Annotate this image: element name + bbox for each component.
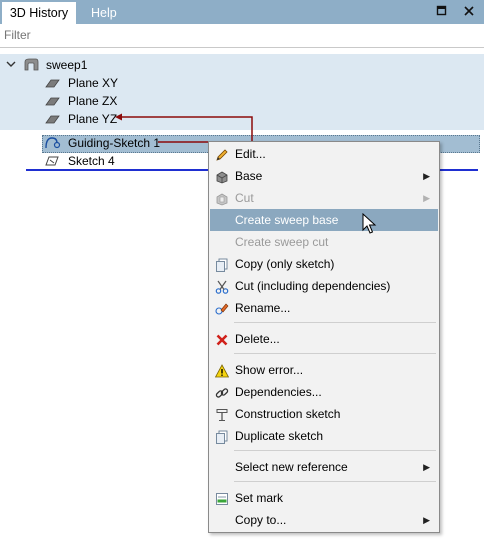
- chain-link-icon: [215, 385, 229, 399]
- menu-item-copy-only-sketch[interactable]: Copy (only sketch): [210, 253, 438, 275]
- pencil-icon: [215, 147, 229, 161]
- menu-item-dependencies[interactable]: Dependencies...: [210, 381, 438, 403]
- menu-item-label: Set mark: [235, 491, 284, 505]
- menu-item-label: Duplicate sketch: [235, 429, 324, 443]
- menu-item-label: Create sweep cut: [235, 235, 329, 249]
- menu-item-label: Construction sketch: [235, 407, 341, 421]
- menu-item-label: Delete...: [235, 332, 280, 346]
- menu-item-select-new-reference[interactable]: Select new reference ▶: [210, 456, 438, 478]
- menu-item-label: Cut (including dependencies): [235, 279, 391, 293]
- menu-item-cut-including-dependencies[interactable]: Cut (including dependencies): [210, 275, 438, 297]
- submenu-arrow-icon: ▶: [423, 515, 430, 525]
- set-mark-icon: [215, 491, 229, 505]
- menu-separator: [234, 450, 436, 451]
- menu-item-base[interactable]: Base ▶: [210, 165, 438, 187]
- menu-item-label: Cut: [235, 191, 254, 205]
- menu-item-construction-sketch[interactable]: Construction sketch: [210, 403, 438, 425]
- menu-item-label: Base: [235, 169, 263, 183]
- menu-item-label: Dependencies...: [235, 385, 322, 399]
- menu-item-edit[interactable]: Edit...: [210, 143, 438, 165]
- menu-item-label: Select new reference: [235, 460, 348, 474]
- context-menu: Edit... Base ▶ Cut ▶ Create sweep base C…: [208, 141, 440, 533]
- base-solid-icon: [215, 169, 229, 184]
- menu-separator: [234, 481, 436, 482]
- menu-item-label: Copy (only sketch): [235, 257, 335, 271]
- menu-item-label: Copy to...: [235, 513, 287, 527]
- menu-item-delete[interactable]: Delete...: [210, 328, 438, 350]
- construction-sketch-icon: [215, 407, 229, 421]
- menu-separator: [234, 353, 436, 354]
- menu-item-copy-to[interactable]: Copy to... ▶: [210, 509, 438, 531]
- menu-item-create-sweep-cut[interactable]: Create sweep cut: [210, 231, 438, 253]
- rename-icon: [215, 301, 229, 315]
- warning-icon: [214, 363, 230, 378]
- menu-item-show-error[interactable]: Show error...: [210, 359, 438, 381]
- duplicate-icon: [215, 429, 229, 444]
- menu-item-label: Show error...: [235, 363, 304, 377]
- submenu-arrow-icon: ▶: [423, 193, 430, 203]
- menu-item-label: Edit...: [235, 147, 266, 161]
- menu-item-label: Rename...: [235, 301, 291, 315]
- menu-item-cut-feature[interactable]: Cut ▶: [210, 187, 438, 209]
- menu-item-label: Create sweep base: [235, 213, 339, 227]
- cut-solid-icon: [215, 191, 229, 206]
- scissors-icon: [215, 279, 229, 294]
- menu-item-rename[interactable]: Rename...: [210, 297, 438, 319]
- menu-item-set-mark[interactable]: Set mark: [210, 487, 438, 509]
- submenu-arrow-icon: ▶: [423, 462, 430, 472]
- menu-item-create-sweep-base[interactable]: Create sweep base: [210, 209, 438, 231]
- delete-x-icon: [215, 332, 229, 346]
- mouse-cursor-icon: [362, 213, 377, 234]
- menu-separator: [234, 322, 436, 323]
- copy-icon: [215, 257, 229, 272]
- submenu-arrow-icon: ▶: [423, 171, 430, 181]
- menu-item-duplicate-sketch[interactable]: Duplicate sketch: [210, 425, 438, 447]
